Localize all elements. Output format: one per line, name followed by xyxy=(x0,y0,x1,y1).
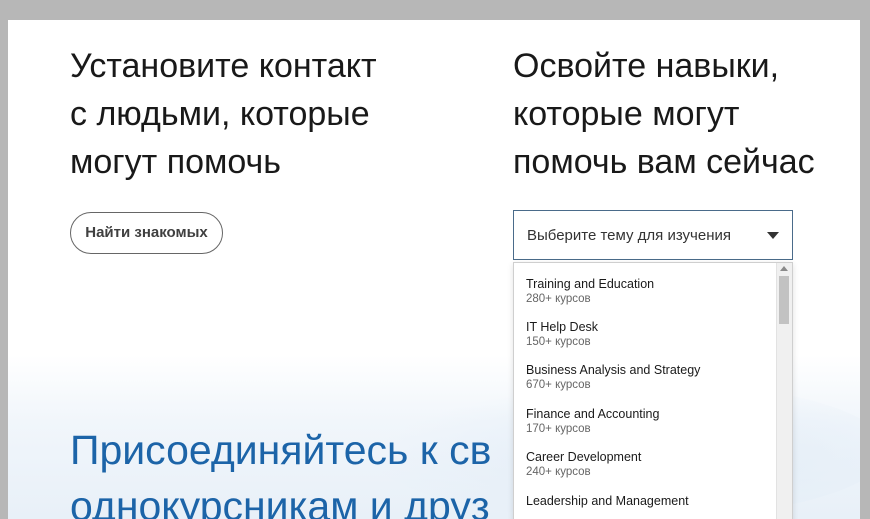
scroll-up-arrow-icon[interactable] xyxy=(780,266,788,271)
join-line1-left: Присоединяйтесь к св xyxy=(70,427,492,473)
topic-option-count: 280+ курсов xyxy=(526,293,591,305)
caret-down-icon xyxy=(767,231,779,239)
topic-option[interactable]: IT Help Desk 150+ курсов xyxy=(514,307,777,351)
topic-list: Training and Education 280+ курсов IT He… xyxy=(514,263,777,519)
topic-select-label: Выберите тему для изучения xyxy=(527,226,732,244)
topic-option-title: Career Development xyxy=(526,450,642,464)
dropdown-scrollbar[interactable] xyxy=(776,263,792,519)
topic-option[interactable]: Training and Education 280+ курсов xyxy=(514,263,777,307)
topic-dropdown-list: Training and Education 280+ курсов IT He… xyxy=(513,262,793,519)
topic-option-count: 170+ курсов xyxy=(526,422,591,435)
find-contacts-button[interactable]: Найти знакомых xyxy=(70,212,223,254)
skills-heading: Освойте навыки, которые могут помочь вам… xyxy=(513,47,815,181)
topic-option-title: Finance and Accounting xyxy=(526,406,660,421)
topic-option-count: 150+ курсов xyxy=(526,335,591,348)
topic-option[interactable]: Finance and Accounting 170+ курсов xyxy=(514,394,777,438)
topic-option-title: IT Help Desk xyxy=(526,319,599,334)
topic-option-count: 240+ курсов xyxy=(526,466,591,478)
topic-option-count: 670+ курсов xyxy=(526,379,591,391)
topic-option[interactable]: Career Development 240+ курсов xyxy=(514,437,777,481)
topic-option-title: Training and Education xyxy=(526,277,655,291)
topic-option[interactable]: Leadership and Management xyxy=(514,481,777,519)
topic-option-title: Leadership and Management xyxy=(526,493,689,508)
topic-select[interactable]: Выберите тему для изучения xyxy=(513,210,793,260)
topic-option[interactable]: Business Analysis and Strategy 670+ курс… xyxy=(514,350,777,394)
scrollbar-thumb[interactable] xyxy=(779,276,789,324)
topic-option-title: Business Analysis and Strategy xyxy=(526,363,701,377)
connect-heading: Установите контакт с людьми, которые мог… xyxy=(70,47,377,181)
page: Установите контакт с людьми, которые мог… xyxy=(8,20,860,519)
join-line2-left: однокурсникам и друз xyxy=(70,483,490,519)
